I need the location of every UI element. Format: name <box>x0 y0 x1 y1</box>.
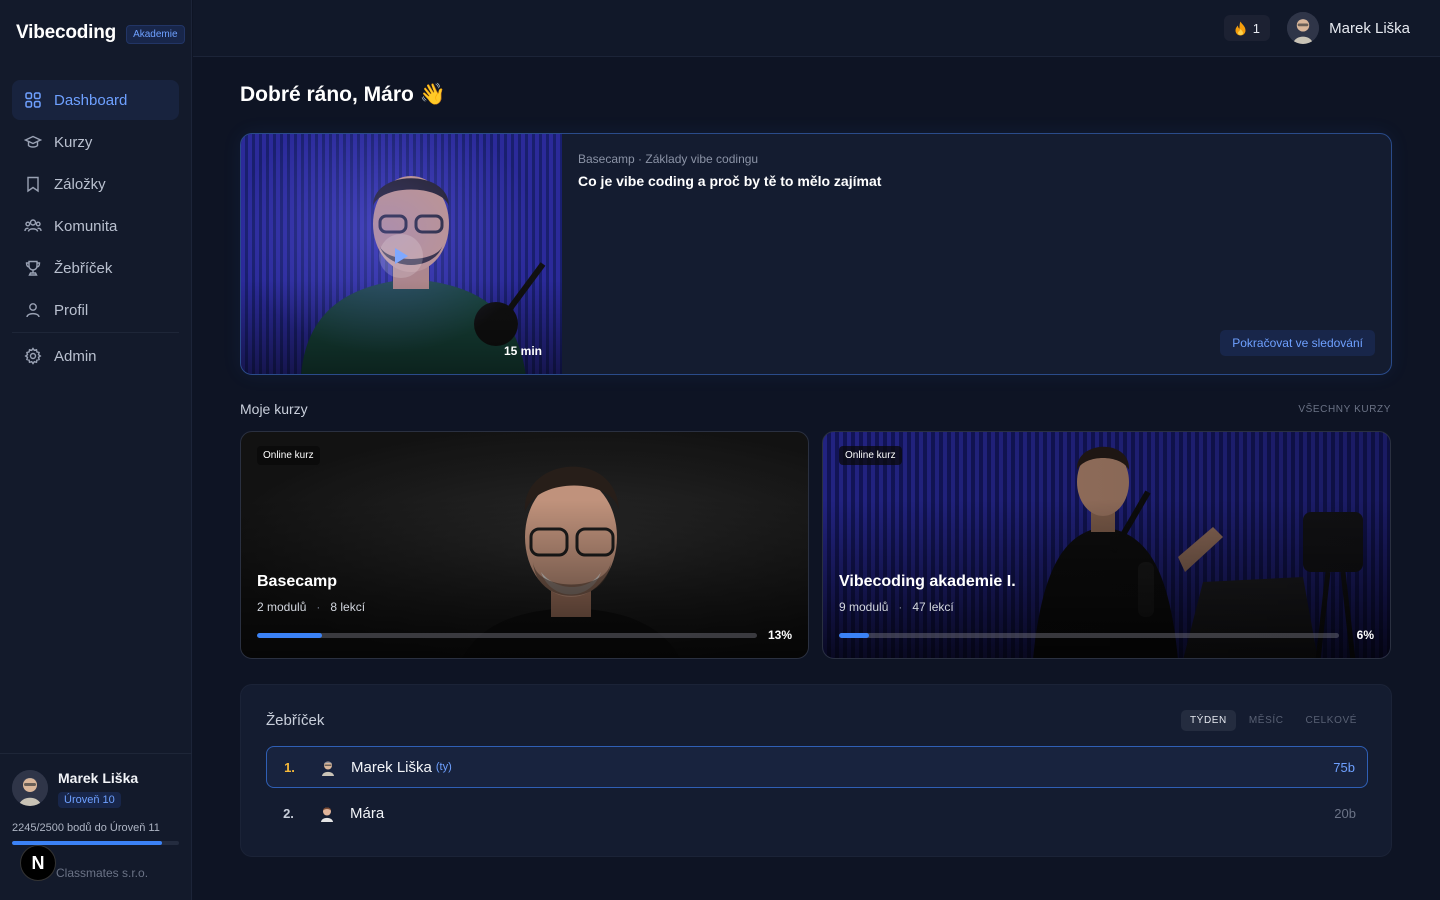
sidebar-item-profil[interactable]: Profil <box>12 290 179 330</box>
continue-watching-button[interactable]: Pokračovat ve sledování <box>1220 330 1375 356</box>
user-menu[interactable]: Marek Liška <box>1287 12 1410 44</box>
sidebar-item-label: Dashboard <box>54 91 128 109</box>
sidebar-item-label: Žebříček <box>54 259 113 277</box>
continue-watching-card[interactable]: 15 min Basecamp · Základy vibe codingu C… <box>240 133 1392 375</box>
course-card-vibecoding-akademie[interactable]: Online kurz Vibecoding akademie I. 9 mod… <box>822 431 1391 659</box>
leaderboard-row[interactable]: 2. Mára 20b <box>266 792 1368 834</box>
users-icon <box>24 219 42 232</box>
page-title: Dobré ráno, Máro 👋 <box>240 83 446 106</box>
sidebar-item-label: Záložky <box>54 175 106 193</box>
course-tag: Online kurz <box>839 446 902 465</box>
course-progress-fill <box>257 633 322 638</box>
course-stats: 2 modulů · 8 lekcí <box>257 600 365 614</box>
sidebar-item-kurzy[interactable]: Kurzy <box>12 122 179 162</box>
topbar: 1 Marek Liška <box>193 0 1440 57</box>
tab-month[interactable]: MĚSÍC <box>1240 710 1293 731</box>
rank-number: 2. <box>283 805 294 821</box>
you-label: (ty) <box>435 761 452 773</box>
course-card-basecamp[interactable]: Online kurz Basecamp 2 modulů · 8 lekcí … <box>240 431 809 659</box>
tab-overall[interactable]: CELKOVÉ <box>1297 710 1366 731</box>
sidebar-item-dashboard[interactable]: Dashboard <box>12 80 179 120</box>
course-stats: 9 modulů · 47 lekcí <box>839 600 954 614</box>
course-title: Vibecoding akademie I. <box>839 573 1016 590</box>
play-icon <box>395 248 408 264</box>
video-duration: 15 min <box>503 344 542 358</box>
leaderboard-card: Žebříček TÝDEN MĚSÍC CELKOVÉ 1. Marek Li… <box>240 684 1392 857</box>
avatar <box>1287 12 1320 44</box>
streak-count: 1 <box>1252 20 1260 36</box>
sidebar-user-name: Marek Liška <box>58 770 139 786</box>
leaderboard-tabs: TÝDEN MĚSÍC CELKOVÉ <box>1180 710 1366 731</box>
play-button[interactable] <box>379 234 423 278</box>
graduation-cap-icon <box>24 135 42 148</box>
nav-divider <box>12 332 179 333</box>
course-lessons: 8 lekcí <box>330 600 366 614</box>
separator-dot: · <box>316 600 321 614</box>
course-progress-percent: 6% <box>1356 628 1374 642</box>
sidebar-user-panel: Marek Liška Úroveň 10 2245/2500 bodů do … <box>0 753 192 900</box>
sidebar-user[interactable]: Marek Liška Úroveň 10 <box>12 770 138 808</box>
lesson-title: Co je vibe coding a proč by tě to mělo z… <box>578 173 882 189</box>
course-progress-fill <box>839 633 869 638</box>
brand[interactable]: Vibecoding Akademie <box>16 22 185 44</box>
course-tag: Online kurz <box>257 446 320 465</box>
points-value: 75b <box>1333 759 1355 775</box>
leaderboard-title: Žebříček <box>266 712 325 729</box>
dev-tools-bubble[interactable]: N <box>20 845 56 881</box>
fire-icon <box>1235 21 1246 35</box>
lesson-breadcrumb: Basecamp · Základy vibe codingu <box>578 152 759 166</box>
course-modules: 2 modulů <box>257 600 307 614</box>
course-progress-percent: 13% <box>767 628 792 642</box>
user-name: Marek Liška <box>351 758 432 776</box>
sidebar-item-admin[interactable]: Admin <box>12 336 179 376</box>
avatar <box>12 770 48 806</box>
sidebar-item-zebricek[interactable]: Žebříček <box>12 248 179 288</box>
separator-dot: · <box>898 600 903 614</box>
video-thumbnail[interactable]: 15 min <box>241 134 562 374</box>
streak-badge[interactable]: 1 <box>1223 15 1270 41</box>
course-image-overlay <box>241 432 808 658</box>
avatar <box>316 802 338 824</box>
grid-icon <box>25 92 41 108</box>
course-progress-bar <box>839 633 1339 638</box>
brand-badge: Akademie <box>126 24 185 44</box>
sidebar-item-zalozky[interactable]: Záložky <box>12 164 179 204</box>
user-name: Marek Liška <box>1329 19 1410 37</box>
sidebar-item-komunita[interactable]: Komunita <box>12 206 179 246</box>
course-image-overlay <box>823 432 1390 658</box>
all-courses-link[interactable]: VŠECHNY KURZY <box>1298 404 1391 415</box>
my-courses-heading: Moje kurzy <box>240 401 308 417</box>
tab-week[interactable]: TÝDEN <box>1180 710 1236 731</box>
sidebar-item-label: Komunita <box>54 217 118 235</box>
course-modules: 9 modulů <box>839 600 889 614</box>
sidebar-item-label: Profil <box>54 301 89 319</box>
course-progress-bar <box>257 633 757 638</box>
sidebar-item-label: Kurzy <box>54 133 93 151</box>
user-name: Mára <box>350 804 385 822</box>
user-icon <box>26 303 40 318</box>
gear-icon <box>24 347 42 365</box>
sidebar-nav: Dashboard Kurzy Záložky Komunita Žebříče… <box>12 80 179 378</box>
sidebar-item-label: Admin <box>54 347 97 365</box>
points-value: 20b <box>1334 805 1356 821</box>
trophy-icon <box>25 260 41 276</box>
bookmark-icon <box>27 176 39 193</box>
rank-number: 1. <box>284 759 295 775</box>
course-title: Basecamp <box>257 573 338 590</box>
company-name: Classmates s.r.o. <box>56 866 149 880</box>
brand-name: Vibecoding <box>16 22 117 43</box>
level-badge: Úroveň 10 <box>58 792 121 808</box>
avatar <box>317 756 339 778</box>
points-progress-text: 2245/2500 bodů do Úroveň 11 <box>12 822 160 834</box>
sidebar: Vibecoding Akademie Dashboard Kurzy Zálo… <box>0 0 192 900</box>
course-lessons: 47 lekcí <box>912 600 954 614</box>
leaderboard-row-current-user[interactable]: 1. Marek Liška (ty) 75b <box>266 746 1368 788</box>
